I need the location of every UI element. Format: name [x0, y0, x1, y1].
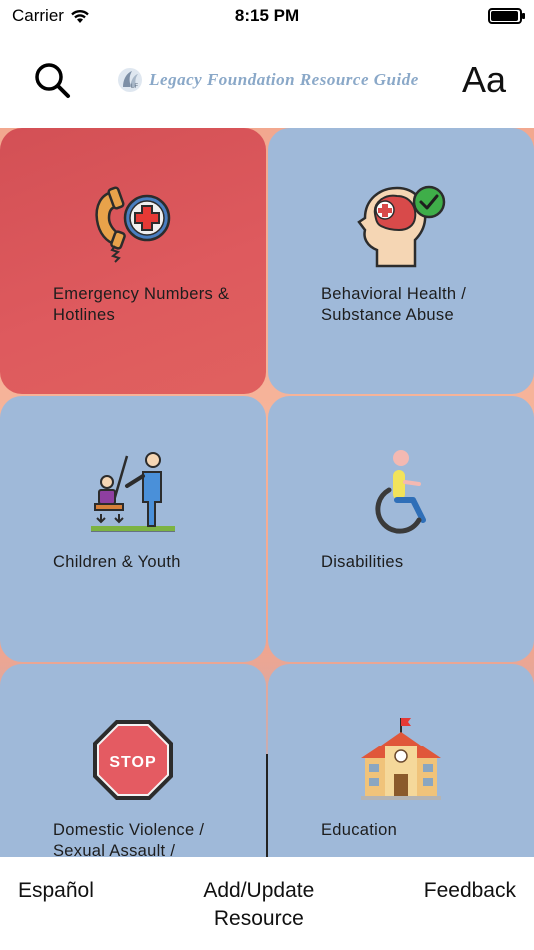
carrier-label: Carrier — [12, 6, 64, 25]
child-adult-teaching-icon — [91, 452, 175, 532]
wheelchair-icon — [375, 450, 426, 534]
status-bar: Carrier 8:15 PM — [0, 0, 534, 32]
stop-sign-text: STOP — [109, 754, 156, 771]
category-label: Education — [321, 821, 398, 839]
wifi-icon — [71, 9, 89, 23]
search-icon — [35, 63, 70, 98]
bottom-bar: Español Add/Update Resource Feedback — [0, 857, 534, 950]
category-label: Behavioral Health / Substance Abuse — [321, 285, 467, 324]
category-label: Disabilities — [321, 553, 404, 571]
category-grid: Emergency Numbers & Hotlines Behavioral … — [0, 128, 534, 857]
app-title: Legacy Foundation Resource Guide — [149, 70, 419, 89]
battery-icon — [488, 8, 525, 24]
brand: LF Legacy Foundation Resource Guide — [117, 67, 419, 93]
category-tile-domestic-violence[interactable]: STOP Domestic Violence / Sexual Assault … — [0, 664, 266, 857]
battery-fill — [491, 11, 518, 21]
nav-header: LF Legacy Foundation Resource Guide Aa — [0, 32, 534, 128]
divider-line — [266, 754, 268, 857]
category-label: Domestic Violence / Sexual Assault / — [53, 821, 205, 857]
svg-text:LF: LF — [131, 84, 138, 90]
legacy-logo-icon: LF — [118, 68, 143, 92]
category-tile-disabilities[interactable]: Disabilities — [268, 396, 534, 662]
phone-medical-cross-icon — [95, 186, 171, 263]
font-size-button[interactable]: Aa — [462, 59, 506, 101]
category-tile-behavioral-health[interactable]: Behavioral Health / Substance Abuse — [268, 128, 534, 394]
category-tile-children-youth[interactable]: Children & Youth — [0, 396, 266, 662]
category-tile-education[interactable]: Education — [268, 664, 534, 857]
head-brain-check-icon — [357, 185, 446, 268]
status-left: Carrier — [12, 6, 90, 26]
espanol-button[interactable]: Español — [18, 877, 94, 950]
add-update-resource-button[interactable]: Add/Update Resource — [179, 877, 339, 950]
search-button[interactable] — [30, 58, 74, 102]
category-tile-emergency[interactable]: Emergency Numbers & Hotlines — [0, 128, 266, 394]
stop-sign-icon: STOP — [93, 720, 173, 800]
category-label: Emergency Numbers & Hotlines — [53, 285, 230, 324]
category-label: Children & Youth — [53, 553, 181, 571]
school-building-icon — [361, 718, 441, 800]
feedback-button[interactable]: Feedback — [424, 877, 516, 950]
